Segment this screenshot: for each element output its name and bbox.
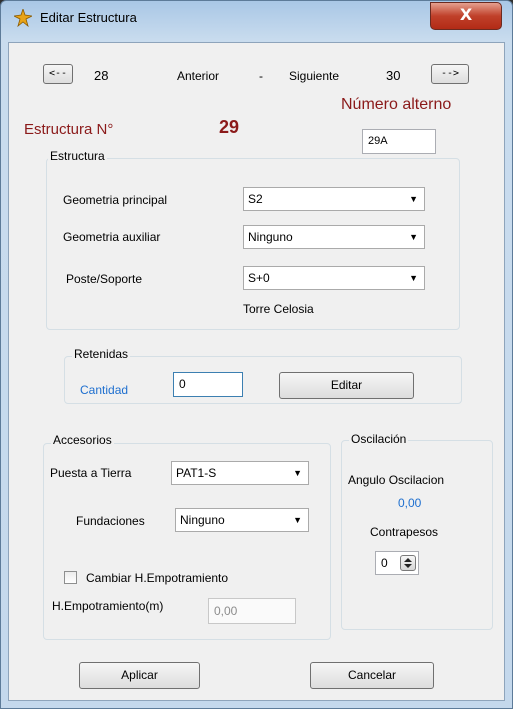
geometria-auxiliar-label: Geometria auxiliar [63,230,161,244]
chevron-down-icon: ▼ [409,273,418,283]
geometria-principal-label: Geometria principal [63,193,168,207]
geometria-auxiliar-value: Ninguno [248,230,293,244]
estructura-group-title: Estructura [48,149,107,163]
numero-alterno-input[interactable]: 29A [362,129,436,154]
angulo-oscilacion-value: 0,00 [398,496,422,510]
close-button[interactable]: X [430,2,502,30]
fundaciones-label: Fundaciones [76,514,145,528]
next-number: 30 [386,68,401,83]
spinner-up-down-icon[interactable] [400,555,416,571]
fundaciones-select[interactable]: Ninguno ▼ [175,508,309,532]
oscilacion-title: Oscilación [349,432,409,446]
nav-separator: - [259,69,263,83]
poste-soporte-label: Poste/Soporte [66,272,143,286]
title-bar[interactable]: Editar Estructura X [0,0,513,42]
app-icon [14,9,32,28]
window-title: Editar Estructura [40,10,137,25]
puesta-tierra-select[interactable]: PAT1-S ▼ [171,461,309,485]
next-button[interactable]: --> [431,64,469,84]
estructura-number: 29 [219,117,240,137]
cantidad-label: Cantidad [80,383,129,397]
chevron-down-icon: ▼ [293,468,302,478]
contrapesos-value: 0 [381,556,388,570]
h-empotramiento-label: H.Empotramiento(m) [52,599,164,613]
cancelar-button[interactable]: Cancelar [310,662,434,689]
poste-description: Torre Celosia [243,302,314,316]
chevron-down-icon: ▼ [293,515,302,525]
angulo-oscilacion-label: Angulo Oscilacion [348,473,445,487]
poste-soporte-value: S+0 [248,271,270,285]
retenidas-title: Retenidas [72,347,131,361]
puesta-tierra-label: Puesta a Tierra [50,466,132,480]
cambiar-empotramiento-checkbox[interactable] [64,571,77,584]
contrapesos-label: Contrapesos [370,525,439,539]
puesta-tierra-value: PAT1-S [176,466,217,480]
previous-number: 28 [94,68,109,83]
geometria-principal-select[interactable]: S2 ▼ [243,187,425,211]
numero-alterno-label: Número alterno [341,96,452,113]
anterior-label: Anterior [177,69,220,83]
cantidad-input[interactable]: 0 [173,372,243,397]
editar-button[interactable]: Editar [279,372,414,399]
aplicar-button[interactable]: Aplicar [79,662,200,689]
chevron-down-icon: ▼ [409,232,418,242]
geometria-principal-value: S2 [248,192,263,206]
fundaciones-value: Ninguno [180,513,225,527]
siguiente-label: Siguiente [289,69,340,83]
geometria-auxiliar-select[interactable]: Ninguno ▼ [243,225,425,249]
poste-soporte-select[interactable]: S+0 ▼ [243,266,425,290]
estructura-number-label: Estructura N° [24,121,114,138]
cambiar-empotramiento-label[interactable]: Cambiar H.Empotramiento [86,571,228,585]
accesorios-title: Accesorios [51,433,114,447]
chevron-down-icon: ▼ [409,194,418,204]
h-empotramiento-input: 0,00 [208,598,296,624]
previous-button[interactable]: <-- [43,64,73,84]
